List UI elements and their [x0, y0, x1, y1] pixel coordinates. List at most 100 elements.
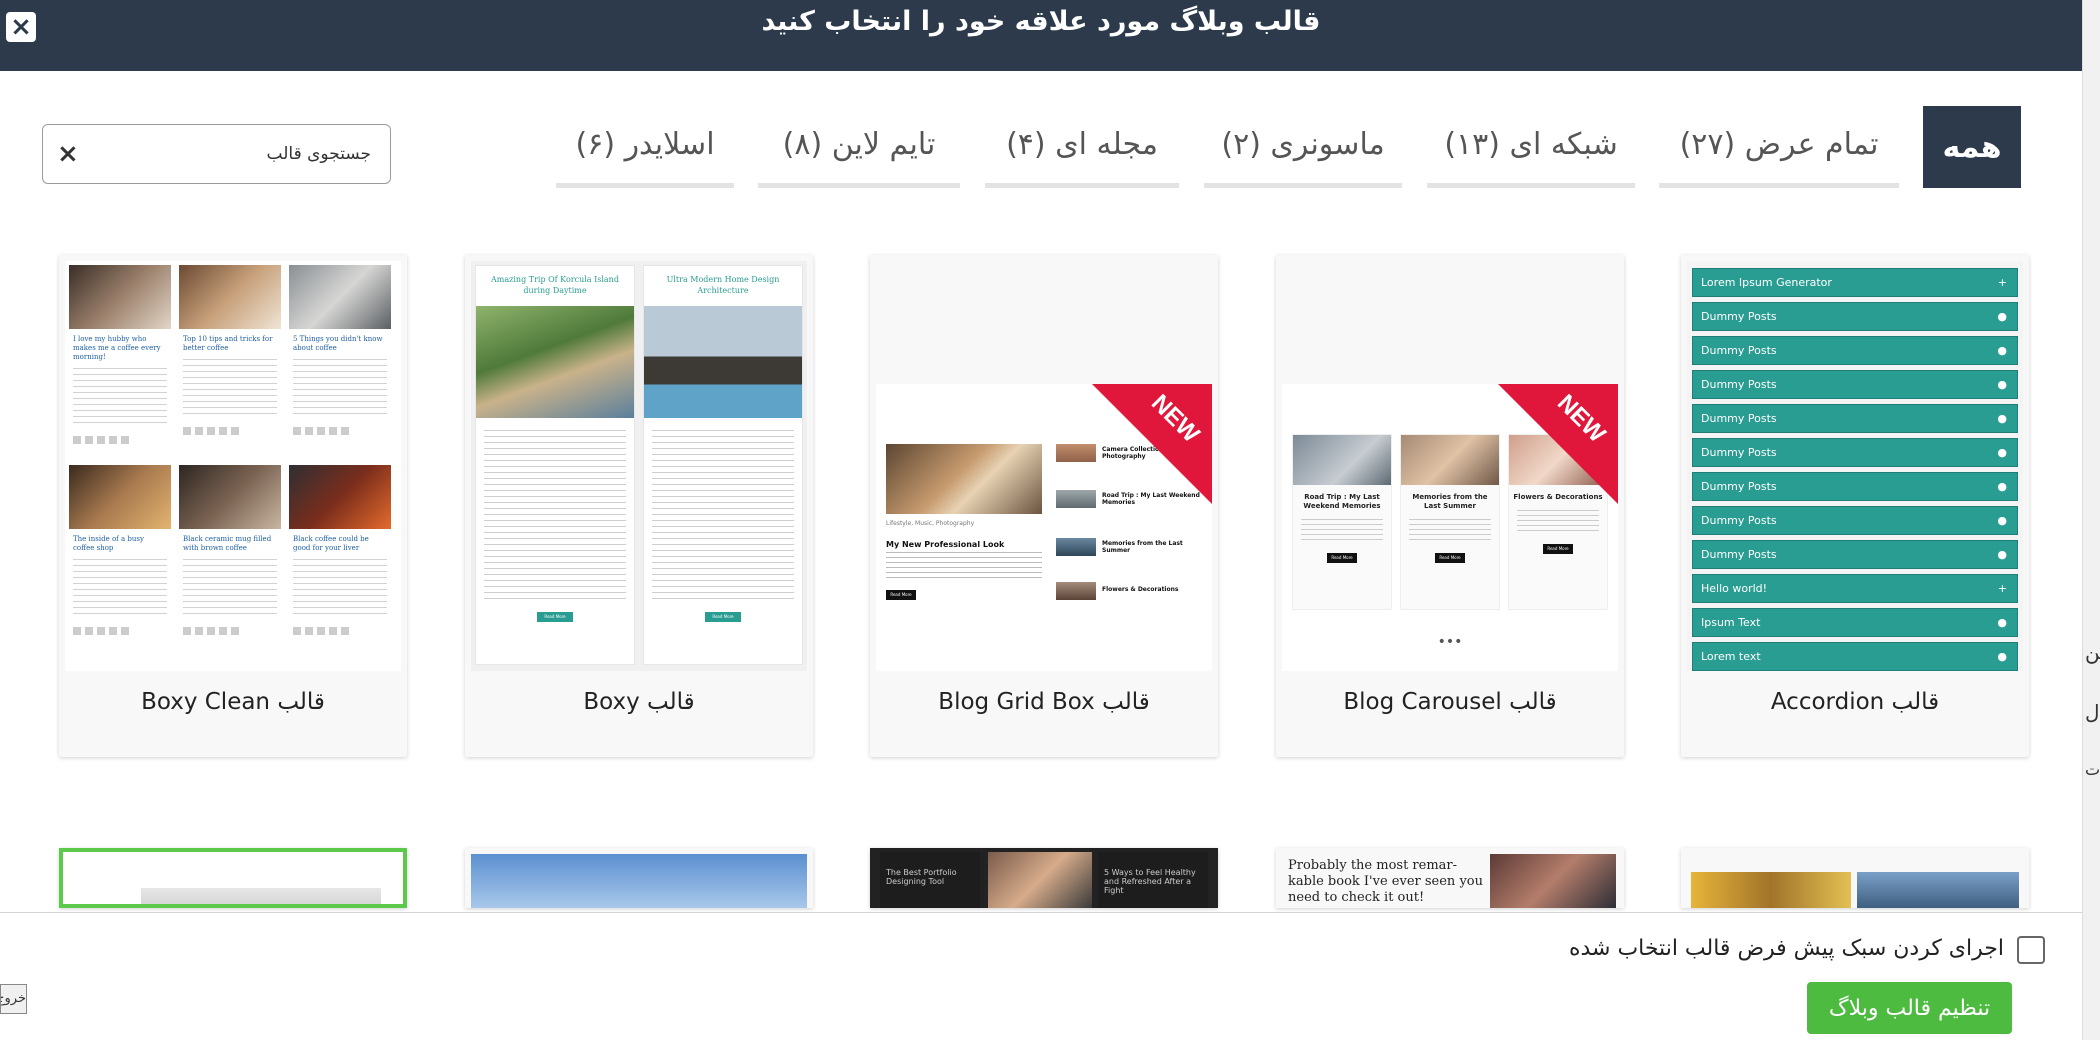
- accordion-item: Dummy Posts ●: [1692, 472, 2018, 501]
- template-card-boxy-clean[interactable]: I love my hubby who makes me a coffee ev…: [59, 255, 407, 757]
- read-more-button: Read More: [1327, 553, 1357, 563]
- toggle-icon: ●: [1997, 480, 2007, 493]
- tab-masonry[interactable]: ماسونری (۲): [1204, 106, 1402, 188]
- carousel-dots: •••: [1437, 634, 1463, 650]
- side-post-image: [1056, 490, 1096, 508]
- read-more-button: Read More: [886, 590, 916, 600]
- accordion-item: Ipsum Text ●: [1692, 608, 2018, 637]
- tab-full-width[interactable]: تمام عرض (۲۷): [1659, 106, 1899, 188]
- template-name: قالب Boxy Clean: [141, 689, 325, 715]
- tab-grid[interactable]: شبکه ای (۱۳): [1427, 106, 1635, 188]
- template-card-row2[interactable]: [465, 848, 813, 908]
- post-excerpt: [73, 368, 167, 424]
- clear-search-icon[interactable]: ×: [57, 137, 81, 171]
- template-card-blog-carousel[interactable]: Road Trip : My Last Weekend Memories Rea…: [1276, 255, 1624, 757]
- post-title: Memories from the Last Summer: [1412, 493, 1488, 510]
- preview-dark-post: The Best Portfolio Designing Tool: [880, 852, 980, 908]
- boxy-post: Ultra Modern Home Design Architecture Re…: [643, 265, 803, 665]
- post-excerpt: [1517, 510, 1599, 534]
- post-image: [1401, 435, 1499, 485]
- post-image: [69, 465, 171, 529]
- tab-slider[interactable]: اسلایدر (۶): [556, 106, 734, 188]
- template-name: قالب Boxy: [583, 689, 695, 715]
- share-icons: [73, 627, 133, 635]
- template-name: قالب Blog Carousel: [1343, 689, 1557, 715]
- post-excerpt: [183, 559, 277, 615]
- default-style-checkbox[interactable]: [2017, 936, 2045, 964]
- dialog-header: قالب وبلاگ مورد علاقه خود را انتخاب کنید: [0, 0, 2082, 71]
- post-excerpt: [1301, 519, 1383, 543]
- post-title: 5 Ways to Feel Healthy and Refreshed Aft…: [1104, 868, 1196, 895]
- preview-image: [988, 852, 1092, 908]
- template-chooser-dialog: قالب وبلاگ مورد علاقه خود را انتخاب کنید…: [0, 0, 2100, 1040]
- boxy-clean-post: 5 Things you didn't know about coffee: [289, 265, 391, 459]
- plus-icon: +: [1997, 276, 2007, 289]
- template-card-accordion[interactable]: Lorem Ipsum Generator + Dummy Posts ● Dummy …: [1681, 255, 2029, 757]
- template-card-row2[interactable]: The Best Portfolio Designing Tool 5 Ways…: [870, 848, 1218, 908]
- post-image: [289, 465, 391, 529]
- side-post-image: [1056, 538, 1096, 556]
- post-image: [476, 306, 634, 418]
- share-icons: [293, 627, 353, 635]
- search-input[interactable]: [91, 135, 371, 173]
- post-title: The Best Portfolio Designing Tool: [886, 868, 957, 886]
- accordion-item: Lorem Ipsum Generator +: [1692, 268, 2018, 297]
- post-title: The inside of a busy coffee shop: [73, 535, 144, 552]
- edge-fragment: ل: [2085, 700, 2100, 724]
- template-card-row2[interactable]: Probably the most remar-kable book I've …: [1276, 848, 1624, 908]
- set-blog-template-button[interactable]: تنظیم قالب وبلاگ: [1807, 982, 2012, 1034]
- toggle-icon: ●: [1997, 412, 2007, 425]
- accordion-item-label: Dummy Posts: [1701, 378, 1777, 391]
- template-card-boxy[interactable]: Amazing Trip Of Korcula Island during Da…: [465, 255, 813, 757]
- accordion-item-label: Dummy Posts: [1701, 412, 1777, 425]
- template-preview: Road Trip : My Last Weekend Memories Rea…: [1282, 261, 1618, 671]
- default-style-label: اجرای کردن سبک پیش فرض قالب انتخاب شده: [1568, 936, 2004, 961]
- preview-image: [471, 854, 807, 908]
- share-icons: [293, 427, 353, 435]
- side-post-image: [1056, 444, 1096, 462]
- tab-timeline[interactable]: تایم لاین (۸): [758, 106, 960, 188]
- boxy-clean-post: Black ceramic mug filled with brown coff…: [179, 465, 281, 659]
- boxy-clean-grid: I love my hubby who makes me a coffee ev…: [69, 265, 397, 667]
- preview-image: [1857, 872, 2019, 908]
- post-title: 5 Things you didn't know about coffee: [293, 335, 383, 352]
- post-title: Ultra Modern Home Design Architecture: [666, 275, 780, 295]
- accordion-item-label: Dummy Posts: [1701, 310, 1777, 323]
- edge-fragment: ت: [2085, 760, 2100, 779]
- template-preview: I love my hubby who makes me a coffee ev…: [65, 261, 401, 671]
- boxy-clean-post: Black coffee could be good for your live…: [289, 465, 391, 659]
- tab-all[interactable]: همه: [1923, 106, 2021, 188]
- post-excerpt: [484, 430, 626, 600]
- accordion-item-label: Lorem text: [1701, 650, 1761, 663]
- main-post-image: [886, 444, 1042, 514]
- search-box: ×: [42, 124, 391, 184]
- new-ribbon: NEW: [1498, 384, 1618, 504]
- main-post-category: Lifestyle, Music, Photography: [886, 520, 975, 527]
- preview-image: [141, 888, 381, 904]
- tab-magazine[interactable]: مجله ای (۴): [985, 106, 1179, 188]
- read-more-button: Read More: [1435, 553, 1465, 563]
- exit-button[interactable]: خروج: [0, 984, 27, 1014]
- toggle-icon: ●: [1997, 344, 2007, 357]
- share-icons: [73, 436, 133, 444]
- toggle-icon: ●: [1997, 650, 2007, 663]
- post-excerpt: [293, 559, 387, 615]
- template-card-blog-grid-box[interactable]: Lifestyle, Music, Photography My New Pro…: [870, 255, 1218, 757]
- post-title: Black coffee could be good for your live…: [293, 535, 369, 552]
- close-button[interactable]: ×: [6, 12, 36, 42]
- template-card-row2[interactable]: [1681, 848, 2029, 908]
- boxy-clean-post: I love my hubby who makes me a coffee ev…: [69, 265, 171, 459]
- accordion-item: Dummy Posts ●: [1692, 336, 2018, 365]
- accordion-item-label: Dummy Posts: [1701, 548, 1777, 561]
- toggle-icon: ●: [1997, 446, 2007, 459]
- accordion-item: Dummy Posts ●: [1692, 370, 2018, 399]
- preview-dark-post: 5 Ways to Feel Healthy and Refreshed Aft…: [1098, 852, 1208, 908]
- toggle-icon: ●: [1997, 378, 2007, 391]
- accordion-list: Lorem Ipsum Generator + Dummy Posts ● Dummy …: [1692, 263, 2018, 671]
- close-icon: ×: [10, 12, 32, 42]
- toggle-icon: ●: [1997, 310, 2007, 323]
- template-card-row2-selected[interactable]: [59, 848, 407, 908]
- accordion-item: Lorem text ●: [1692, 642, 2018, 671]
- share-icons: [183, 627, 243, 635]
- template-preview: Lifestyle, Music, Photography My New Pro…: [876, 261, 1212, 671]
